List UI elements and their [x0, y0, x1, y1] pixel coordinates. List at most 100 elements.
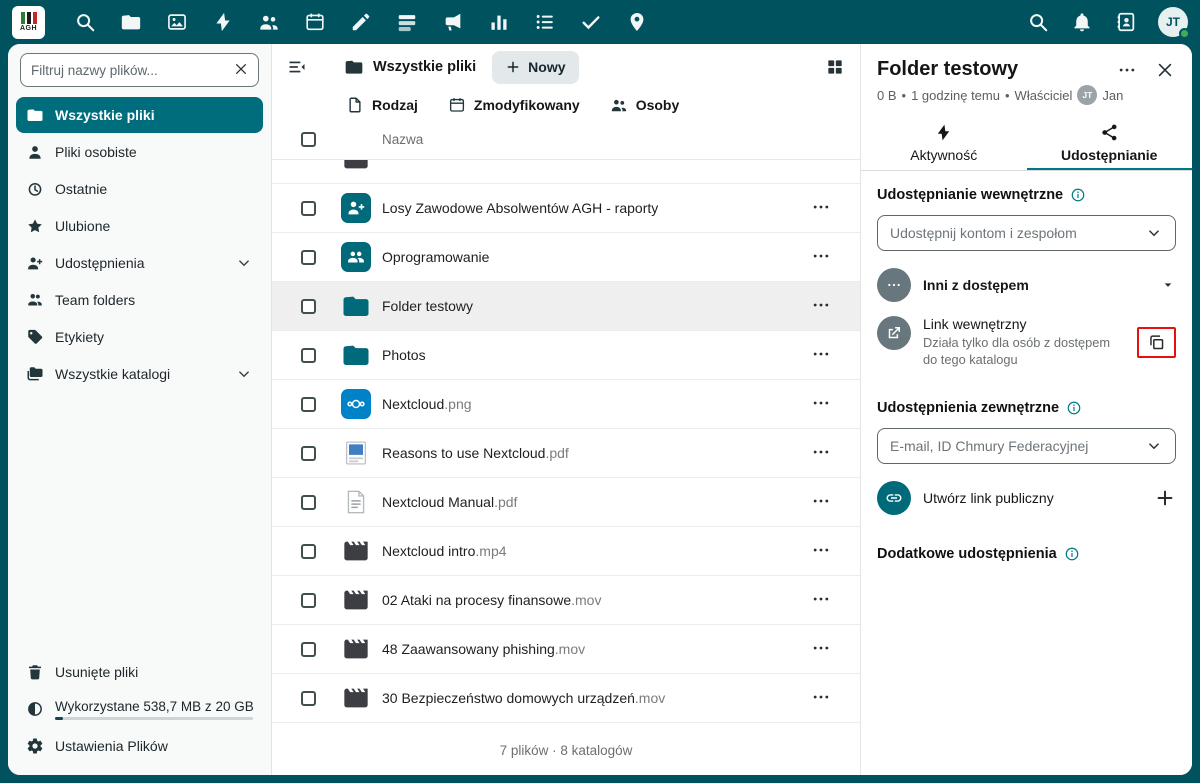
internal-share-select[interactable]: Udostępnij kontom i zespołom	[877, 215, 1176, 251]
sidebar-item-all-folders[interactable]: Wszystkie katalogi	[16, 356, 263, 392]
info-icon[interactable]	[1070, 187, 1086, 203]
expand-caret-icon[interactable]	[1160, 277, 1176, 293]
files-app-icon[interactable]	[119, 10, 143, 34]
create-public-link-plus-icon[interactable]	[1154, 487, 1176, 509]
details-title: Folder testowy	[877, 58, 1019, 80]
sidebar-item-tags[interactable]: Etykiety	[16, 319, 263, 355]
sidebar-item-recent[interactable]: Ostatnie	[16, 171, 263, 207]
user-avatar[interactable]: JT	[1158, 7, 1190, 39]
chevron-down-icon[interactable]	[235, 254, 253, 272]
collapse-sidebar-icon[interactable]	[286, 56, 308, 78]
create-public-link-label: Utwórz link publiczny	[923, 489, 1054, 506]
sidebar-nav: Wszystkie pliki Pliki osobiste Ostatnie …	[8, 93, 271, 393]
column-header-name[interactable]: Nazwa	[382, 132, 423, 147]
others-with-access-row[interactable]: Inni z dostępem	[877, 261, 1176, 309]
file-row[interactable]: Nextcloud intro .mp4	[272, 527, 860, 576]
copy-internal-link-button[interactable]	[1137, 326, 1176, 358]
grid-view-toggle-icon[interactable]	[824, 56, 846, 78]
row-actions-icon[interactable]	[811, 491, 833, 513]
row-actions-icon[interactable]	[811, 442, 833, 464]
agh-logo[interactable]: AGH	[12, 5, 45, 39]
row-checkbox[interactable]	[300, 298, 316, 314]
details-close-icon[interactable]	[1154, 59, 1176, 81]
video-file-icon	[342, 684, 370, 712]
sidebar-item-deleted-files[interactable]: Usunięte pliki	[16, 654, 263, 690]
create-public-link-row[interactable]: Utwórz link publiczny	[877, 474, 1176, 522]
contacts-app-icon[interactable]	[257, 10, 281, 34]
calendar-app-icon[interactable]	[303, 10, 327, 34]
row-actions-icon[interactable]	[811, 344, 833, 366]
analytics-app-icon[interactable]	[487, 10, 511, 34]
file-row[interactable]: Losy Zawodowe Absolwentów AGH - raporty	[272, 184, 860, 233]
tab-sharing[interactable]: Udostępnianie	[1026, 117, 1192, 170]
row-checkbox[interactable]	[300, 494, 316, 510]
row-checkbox[interactable]	[300, 690, 316, 706]
deck-app-icon[interactable]	[395, 10, 419, 34]
tag-icon	[26, 328, 44, 346]
sidebar-item-files-settings[interactable]: Ustawienia Plików	[16, 728, 263, 764]
row-checkbox[interactable]	[300, 396, 316, 412]
file-row-partial[interactable]	[272, 160, 860, 184]
file-filter-input[interactable]	[20, 53, 259, 87]
row-checkbox[interactable]	[300, 641, 316, 657]
clear-filter-icon[interactable]	[233, 61, 251, 79]
filter-chip-modified[interactable]: Zmodyfikowany	[448, 96, 580, 114]
sidebar-item-shares[interactable]: Udostępnienia	[16, 245, 263, 281]
external-share-select[interactable]: E-mail, ID Chmury Federacyjnej	[877, 427, 1176, 464]
file-row[interactable]: Oprogramowanie	[272, 233, 860, 282]
row-checkbox[interactable]	[300, 543, 316, 559]
sidebar-item-quota[interactable]: Wykorzystane 538,7 MB z 20 GB	[16, 691, 263, 727]
tasks-app-icon[interactable]	[533, 10, 557, 34]
info-icon[interactable]	[1066, 400, 1082, 416]
photos-app-icon[interactable]	[165, 10, 189, 34]
row-actions-icon[interactable]	[811, 540, 833, 562]
internal-sharing-heading: Udostępnianie wewnętrzne	[877, 187, 1064, 203]
row-actions-icon[interactable]	[811, 687, 833, 709]
sidebar-item-personal-files[interactable]: Pliki osobiste	[16, 134, 263, 170]
row-actions-icon[interactable]	[811, 638, 833, 660]
file-row[interactable]: 48 Zaawansowany phishing .mov	[272, 625, 860, 674]
row-actions-icon[interactable]	[811, 393, 833, 415]
tab-activity[interactable]: Aktywność	[861, 117, 1027, 170]
row-checkbox[interactable]	[300, 249, 316, 265]
file-row[interactable]: Photos	[272, 331, 860, 380]
chevron-down-icon[interactable]	[235, 365, 253, 383]
details-menu-icon[interactable]	[1116, 59, 1138, 81]
file-row[interactable]: Nextcloud .png	[272, 380, 860, 429]
file-row[interactable]: 30 Bezpieczeństwo domowych urządzeń .mov	[272, 674, 860, 723]
info-icon[interactable]	[1064, 546, 1080, 562]
maps-app-icon[interactable]	[625, 10, 649, 34]
row-actions-icon[interactable]	[811, 197, 833, 219]
unified-search-icon[interactable]	[1026, 10, 1050, 34]
select-all-checkbox[interactable]	[300, 132, 316, 147]
main-header: Wszystkie pliki Nowy	[272, 44, 860, 90]
file-row-selected[interactable]: Folder testowy	[272, 282, 860, 331]
file-row[interactable]: 02 Ataki na procesy finansowe .mov	[272, 576, 860, 625]
activity-app-icon[interactable]	[211, 10, 235, 34]
contacts-menu-icon[interactable]	[1114, 10, 1138, 34]
row-checkbox[interactable]	[300, 200, 316, 216]
sidebar-item-favorites[interactable]: Ulubione	[16, 208, 263, 244]
row-checkbox[interactable]	[300, 592, 316, 608]
history-clock-icon	[26, 180, 44, 198]
internal-link-row: Link wewnętrzny Działa tylko dla osób z …	[877, 309, 1176, 376]
file-name: Folder testowy	[382, 298, 474, 314]
row-checkbox[interactable]	[300, 445, 316, 461]
file-row[interactable]: Reasons to use Nextcloud .pdf	[272, 429, 860, 478]
row-actions-icon[interactable]	[811, 246, 833, 268]
search-app-icon[interactable]	[73, 10, 97, 34]
sidebar-item-team-folders[interactable]: Team folders	[16, 282, 263, 318]
notifications-bell-icon[interactable]	[1070, 10, 1094, 34]
notes-app-icon[interactable]	[349, 10, 373, 34]
new-button[interactable]: Nowy	[492, 50, 579, 84]
filter-chip-people[interactable]: Osoby	[610, 96, 679, 114]
sidebar-item-all-files[interactable]: Wszystkie pliki	[16, 97, 263, 133]
file-row[interactable]: Nextcloud Manual .pdf	[272, 478, 860, 527]
approval-app-icon[interactable]	[579, 10, 603, 34]
filter-chip-type[interactable]: Rodzaj	[346, 96, 418, 114]
row-actions-icon[interactable]	[811, 589, 833, 611]
row-actions-icon[interactable]	[811, 295, 833, 317]
breadcrumb[interactable]: Wszystkie pliki	[344, 57, 476, 77]
row-checkbox[interactable]	[300, 347, 316, 363]
announcements-app-icon[interactable]	[441, 10, 465, 34]
